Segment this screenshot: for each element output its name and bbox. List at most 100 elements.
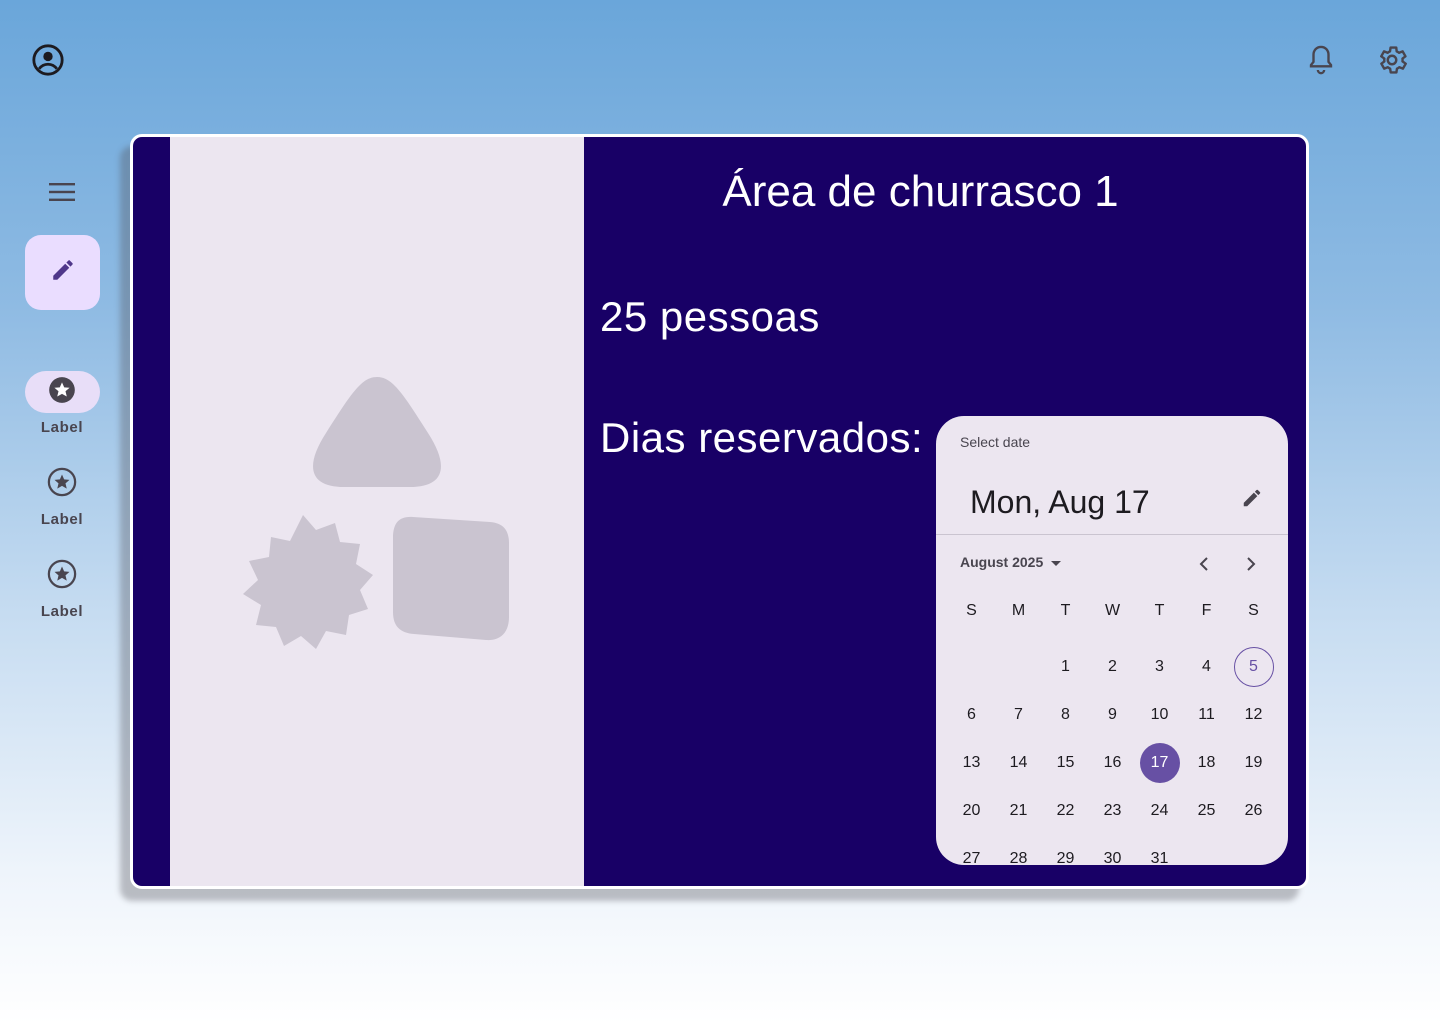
calendar-day-number: 19 — [1244, 754, 1263, 771]
divider — [936, 534, 1288, 535]
calendar-day[interactable]: 20 — [948, 787, 995, 835]
calendar-day[interactable]: 6 — [948, 691, 995, 739]
calendar-day[interactable]: 19 — [1230, 739, 1277, 787]
calendar-day-number: 17 — [1139, 743, 1180, 783]
calendar-day-number: 26 — [1244, 802, 1263, 819]
calendar-day[interactable]: 8 — [1042, 691, 1089, 739]
calendar-day-number: 3 — [1155, 658, 1164, 675]
calendar-day-number: 10 — [1150, 706, 1169, 723]
calendar-day-number: 14 — [1009, 754, 1028, 771]
card-title: Área de churrasco 1 — [722, 167, 1119, 216]
chevron-right-icon[interactable] — [1239, 552, 1263, 576]
calendar-day-number: 5 — [1233, 647, 1274, 687]
star-circle-icon — [47, 467, 77, 502]
reserved-days-label: Dias reservados: — [600, 414, 924, 461]
selected-date-headline: Mon, Aug 17 — [970, 484, 1150, 520]
calendar-day-today[interactable]: 5 — [1230, 643, 1277, 691]
calendar-day[interactable]: 18 — [1183, 739, 1230, 787]
calendar-day-number: 21 — [1009, 802, 1028, 819]
rail-item-label: Label — [40, 419, 84, 436]
weekday-label: T — [1154, 602, 1165, 619]
calendar-day[interactable]: 1 — [1042, 643, 1089, 691]
picker-header: Select date — [960, 434, 1031, 450]
calendar-day[interactable]: 29 — [1042, 835, 1089, 865]
dropdown-arrow-icon — [1051, 554, 1062, 570]
month-year-label: August 2025 — [960, 554, 1044, 570]
calendar-day-number: 7 — [1014, 706, 1023, 723]
edit-fab-button[interactable] — [25, 235, 100, 310]
bell-icon[interactable] — [1301, 40, 1341, 80]
pencil-icon — [50, 257, 76, 288]
calendar-day-selected[interactable]: 17 — [1136, 739, 1183, 787]
date-picker: Select date Mon, Aug 17 August 2025 S M … — [936, 416, 1288, 865]
calendar-day[interactable]: 2 — [1089, 643, 1136, 691]
calendar-day-number: 27 — [962, 850, 981, 865]
calendar-day[interactable]: 11 — [1183, 691, 1230, 739]
star-circle-icon — [47, 559, 77, 594]
rail-item-label: Label — [40, 511, 84, 528]
capacity-text: 25 pessoas — [600, 293, 820, 340]
rail-item-1[interactable]: Label — [20, 371, 104, 436]
calendar-day[interactable]: 23 — [1089, 787, 1136, 835]
calendar-day[interactable]: 12 — [1230, 691, 1277, 739]
calendar-day-number: 13 — [962, 754, 981, 771]
calendar-day[interactable]: 21 — [995, 787, 1042, 835]
calendar-day[interactable]: 16 — [1089, 739, 1136, 787]
calendar-day[interactable]: 7 — [995, 691, 1042, 739]
calendar-day[interactable]: 28 — [995, 835, 1042, 865]
chevron-left-icon[interactable] — [1192, 552, 1216, 576]
calendar-day-number: 11 — [1198, 706, 1215, 723]
calendar-day[interactable]: 25 — [1183, 787, 1230, 835]
calendar-day-number: 9 — [1108, 706, 1117, 723]
rail-item-indicator — [25, 463, 100, 505]
calendar-day[interactable]: 9 — [1089, 691, 1136, 739]
calendar-day-number: 16 — [1103, 754, 1122, 771]
rail-item-indicator — [25, 555, 100, 597]
calendar-day-number: 12 — [1244, 706, 1263, 723]
weekday-label: S — [1248, 602, 1259, 619]
calendar-day-number: 2 — [1108, 658, 1117, 675]
venue-card: Área de churrasco 1 25 pessoas Dias rese… — [130, 134, 1309, 889]
pencil-icon[interactable] — [1240, 486, 1264, 510]
calendar-day-number: 1 — [1061, 658, 1070, 675]
calendar-day-number: 15 — [1056, 754, 1075, 771]
gear-icon[interactable] — [1372, 40, 1412, 80]
weekday-label: F — [1201, 602, 1212, 619]
media-placeholder — [170, 137, 584, 886]
burst-shape — [243, 515, 373, 649]
calendar-day[interactable]: 31 — [1136, 835, 1183, 865]
calendar-blank-cell — [995, 643, 1042, 691]
calendar-day[interactable]: 22 — [1042, 787, 1089, 835]
account-circle-icon[interactable] — [28, 40, 68, 80]
calendar-day-number: 18 — [1197, 754, 1216, 771]
rail-item-2[interactable]: Label — [20, 463, 104, 528]
weekday-header: S M T W T F S — [948, 602, 1277, 620]
calendar-day[interactable]: 30 — [1089, 835, 1136, 865]
calendar-day-number: 28 — [1009, 850, 1028, 865]
weekday-label: M — [1011, 602, 1026, 619]
month-year-select[interactable]: August 2025 — [960, 554, 1062, 570]
calendar-day[interactable]: 26 — [1230, 787, 1277, 835]
calendar-day-number: 4 — [1202, 658, 1211, 675]
weekday-label: S — [966, 602, 977, 619]
calendar-day[interactable]: 24 — [1136, 787, 1183, 835]
calendar-day[interactable]: 4 — [1183, 643, 1230, 691]
rail-item-3[interactable]: Label — [20, 555, 104, 620]
weekday-label: W — [1104, 602, 1121, 619]
calendar-day[interactable]: 14 — [995, 739, 1042, 787]
rail-item-label: Label — [40, 603, 84, 620]
square-shape — [393, 516, 509, 641]
calendar-day[interactable]: 15 — [1042, 739, 1089, 787]
calendar-day-number: 24 — [1150, 802, 1169, 819]
calendar-day[interactable]: 13 — [948, 739, 995, 787]
calendar-day-number: 8 — [1061, 706, 1070, 723]
calendar-day-number: 29 — [1056, 850, 1075, 865]
calendar-day-number: 25 — [1197, 802, 1216, 819]
calendar-day[interactable]: 10 — [1136, 691, 1183, 739]
calendar-day[interactable]: 27 — [948, 835, 995, 865]
calendar-day[interactable]: 3 — [1136, 643, 1183, 691]
calendar-days-grid: 1 2 3 4 5 6 7 8 9 10 11 12 13 14 15 16 17 18 19 20 21 22 23 24 2… — [948, 643, 1277, 865]
menu-icon[interactable] — [40, 170, 84, 214]
calendar-day-number: 31 — [1150, 850, 1169, 865]
weekday-label: T — [1060, 602, 1071, 619]
